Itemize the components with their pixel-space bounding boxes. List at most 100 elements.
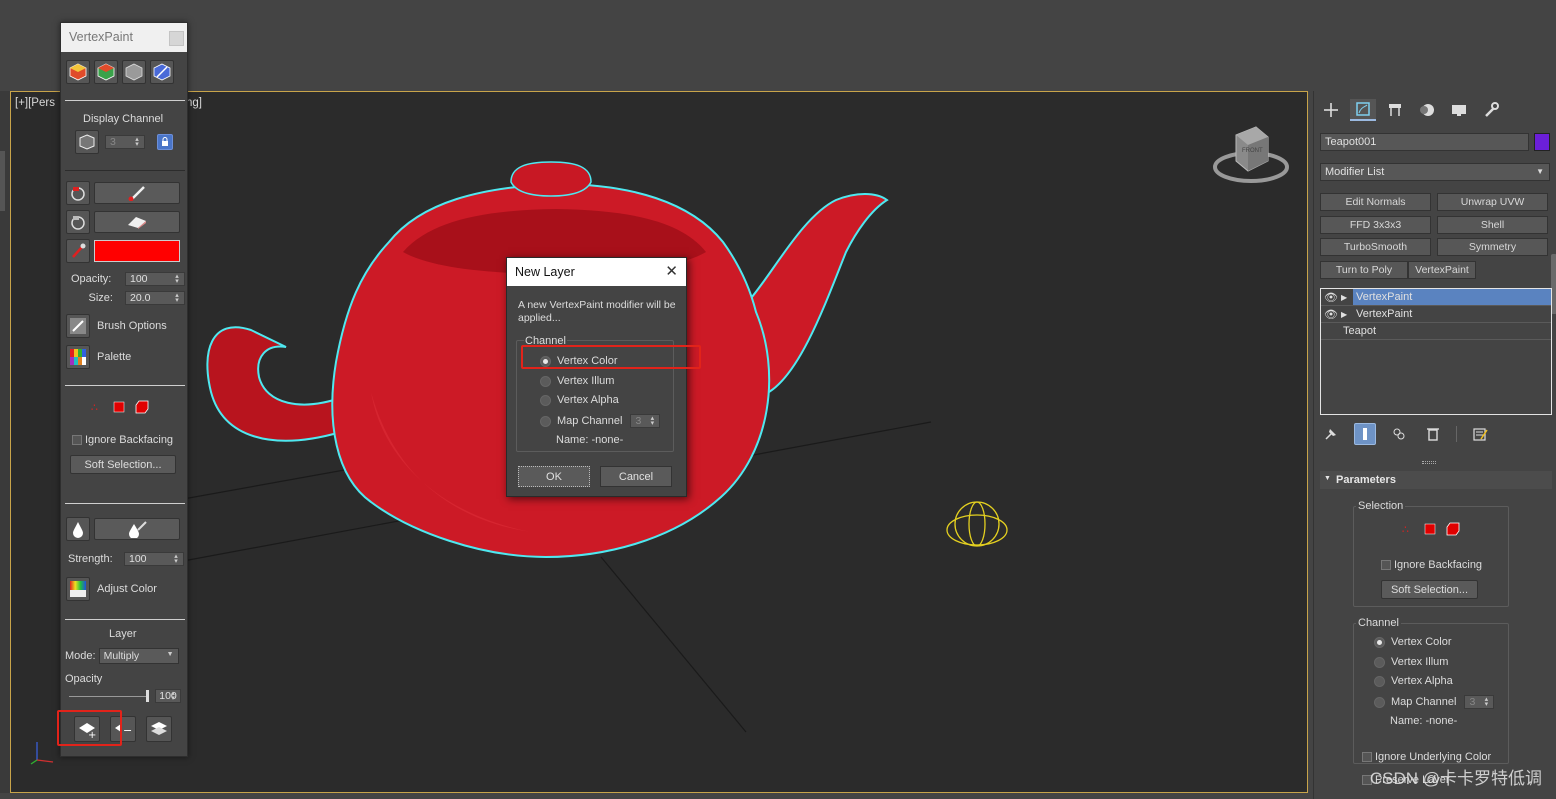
left-edge-strip: [0, 91, 10, 793]
close-icon[interactable]: ✕: [665, 262, 678, 280]
radio-vertex-illum[interactable]: [540, 375, 551, 387]
hierarchy-tab-icon[interactable]: [1382, 99, 1408, 121]
vertex-select-icon[interactable]: ∴: [1400, 522, 1414, 536]
element-select-icon[interactable]: [1446, 522, 1460, 536]
resize-grip[interactable]: [1422, 461, 1436, 464]
paint-color-swatch[interactable]: [94, 240, 180, 262]
ignore-underlying-color-checkbox[interactable]: [1362, 752, 1372, 762]
brush-options-label[interactable]: Brush Options: [97, 320, 167, 332]
display-tab-icon[interactable]: [1446, 99, 1472, 121]
channel-option-vertex-illum[interactable]: Vertex Illum: [1374, 656, 1448, 668]
paint-brush-button[interactable]: [94, 182, 180, 204]
option-vertex-illum[interactable]: Vertex Illum: [540, 375, 614, 387]
object-name-field[interactable]: Teapot001: [1320, 133, 1529, 151]
ignore-backfacing-label: Ignore Backfacing: [85, 434, 174, 446]
eye-icon[interactable]: 👁: [1321, 308, 1341, 321]
utilities-tab-icon[interactable]: [1478, 99, 1504, 121]
erase-all-icon[interactable]: [66, 210, 90, 234]
opacity-spinner[interactable]: 100: [125, 272, 185, 286]
modifier-button-turn-to-poly[interactable]: Turn to Poly: [1320, 261, 1408, 279]
expand-arrow-icon[interactable]: ▶: [1341, 293, 1353, 302]
stack-item-label: VertexPaint: [1356, 308, 1413, 320]
vertexpaint-titlebar[interactable]: VertexPaint: [61, 23, 187, 52]
expand-arrow-icon[interactable]: ▶: [1341, 310, 1353, 319]
ignore-backfacing-checkbox[interactable]: [1381, 560, 1391, 570]
map-channel-spinner[interactable]: 3: [630, 414, 661, 428]
palette-icon[interactable]: [66, 345, 90, 369]
erase-button[interactable]: [94, 211, 180, 233]
object-color-swatch[interactable]: [1534, 133, 1550, 151]
layer-opacity-slider[interactable]: [69, 689, 149, 703]
adjust-color-label[interactable]: Adjust Color: [97, 583, 157, 595]
toggle-xray-icon[interactable]: [150, 60, 174, 84]
option-map-channel[interactable]: Map Channel 3: [540, 414, 661, 428]
soft-selection-button[interactable]: Soft Selection...: [1381, 580, 1478, 599]
modifier-button-edit-normals[interactable]: Edit Normals: [1320, 193, 1431, 211]
disable-vertex-color-icon[interactable]: [122, 60, 146, 84]
channel-option-vertex-color[interactable]: Vertex Color: [1374, 636, 1452, 648]
pin-stack-icon[interactable]: [1320, 423, 1342, 445]
vertex-select-icon[interactable]: ∴: [89, 400, 103, 414]
channel-option-vertex-alpha[interactable]: Vertex Alpha: [1374, 675, 1453, 687]
palette-label[interactable]: Palette: [97, 351, 131, 363]
modifier-button-unwrap-uvw[interactable]: Unwrap UVW: [1437, 193, 1548, 211]
strength-spinner[interactable]: 100: [124, 552, 184, 566]
display-channel-spinner[interactable]: 3: [105, 135, 145, 149]
dialog-titlebar[interactable]: New Layer ✕: [507, 258, 686, 286]
eye-icon[interactable]: 👁: [1321, 291, 1341, 304]
layer-opacity-value[interactable]: 100: [155, 689, 181, 703]
face-select-icon[interactable]: [1424, 523, 1436, 535]
brush-options-icon[interactable]: [66, 314, 90, 338]
modify-tab-icon[interactable]: [1350, 99, 1376, 121]
modifier-button-vertexpaint[interactable]: VertexPaint: [1408, 261, 1476, 279]
ignore-backfacing-checkbox[interactable]: [72, 435, 82, 445]
ignore-backfacing-label: Ignore Backfacing: [1394, 559, 1483, 571]
modifier-button-turbosmooth[interactable]: TurboSmooth: [1320, 238, 1431, 256]
radio-map-channel[interactable]: [540, 415, 551, 427]
channel-cube-icon[interactable]: [75, 130, 99, 154]
show-end-result-icon[interactable]: [1354, 423, 1376, 445]
close-button[interactable]: [169, 31, 184, 46]
radio-vertex-alpha[interactable]: [1374, 675, 1385, 687]
left-edge-scrollbar[interactable]: [0, 151, 5, 211]
modifier-button-shell[interactable]: Shell: [1437, 216, 1548, 234]
ignore-underlying-color-row[interactable]: Ignore Underlying Color: [1362, 751, 1491, 763]
lock-icon[interactable]: [157, 134, 173, 150]
ok-button[interactable]: OK: [518, 466, 590, 487]
map-channel-spinner[interactable]: 3: [1464, 695, 1495, 709]
vertex-color-display-icon[interactable]: [66, 60, 90, 84]
channel-option-map-channel[interactable]: Map Channel 3: [1374, 695, 1495, 709]
radio-vertex-color[interactable]: [1374, 636, 1385, 648]
adjust-color-icon[interactable]: [66, 577, 90, 601]
viewport-label-left[interactable]: [+][Pers: [15, 97, 55, 109]
size-spinner[interactable]: 20.0: [125, 291, 185, 305]
element-select-icon[interactable]: [135, 400, 149, 414]
blur-drop-icon[interactable]: [66, 517, 90, 541]
option-vertex-alpha[interactable]: Vertex Alpha: [540, 394, 619, 406]
mode-label: Mode:: [65, 650, 96, 662]
create-tab-icon[interactable]: [1318, 99, 1344, 121]
vertex-color-shaded-icon[interactable]: [94, 60, 118, 84]
layer-mode-dropdown[interactable]: Multiply: [98, 648, 179, 664]
pick-color-eyedropper-icon[interactable]: [66, 239, 90, 263]
stack-item-teapot[interactable]: Teapot: [1321, 323, 1551, 340]
parameters-rollout-header[interactable]: Parameters: [1320, 471, 1552, 489]
motion-tab-icon[interactable]: [1414, 99, 1440, 121]
soft-selection-button[interactable]: Soft Selection...: [70, 455, 176, 474]
face-select-icon[interactable]: [113, 401, 125, 413]
blur-brush-button[interactable]: [94, 518, 180, 540]
radio-vertex-illum[interactable]: [1374, 656, 1385, 668]
stack-item-vertexpaint-1[interactable]: 👁 ▶ VertexPaint: [1321, 289, 1551, 306]
modifier-button-symmetry[interactable]: Symmetry: [1437, 238, 1548, 256]
merge-layers-icon[interactable]: [146, 716, 172, 742]
paint-all-icon[interactable]: [66, 181, 90, 205]
make-unique-icon[interactable]: [1388, 423, 1410, 445]
remove-modifier-icon[interactable]: [1422, 423, 1444, 445]
configure-modifier-sets-icon[interactable]: [1469, 423, 1491, 445]
cancel-button[interactable]: Cancel: [600, 466, 672, 487]
modifier-button-ffd[interactable]: FFD 3x3x3: [1320, 216, 1431, 234]
stack-item-vertexpaint-2[interactable]: 👁 ▶ VertexPaint: [1321, 306, 1551, 323]
radio-vertex-alpha[interactable]: [540, 394, 551, 406]
radio-map-channel[interactable]: [1374, 696, 1385, 708]
modifier-list-dropdown[interactable]: Modifier List: [1320, 163, 1550, 181]
